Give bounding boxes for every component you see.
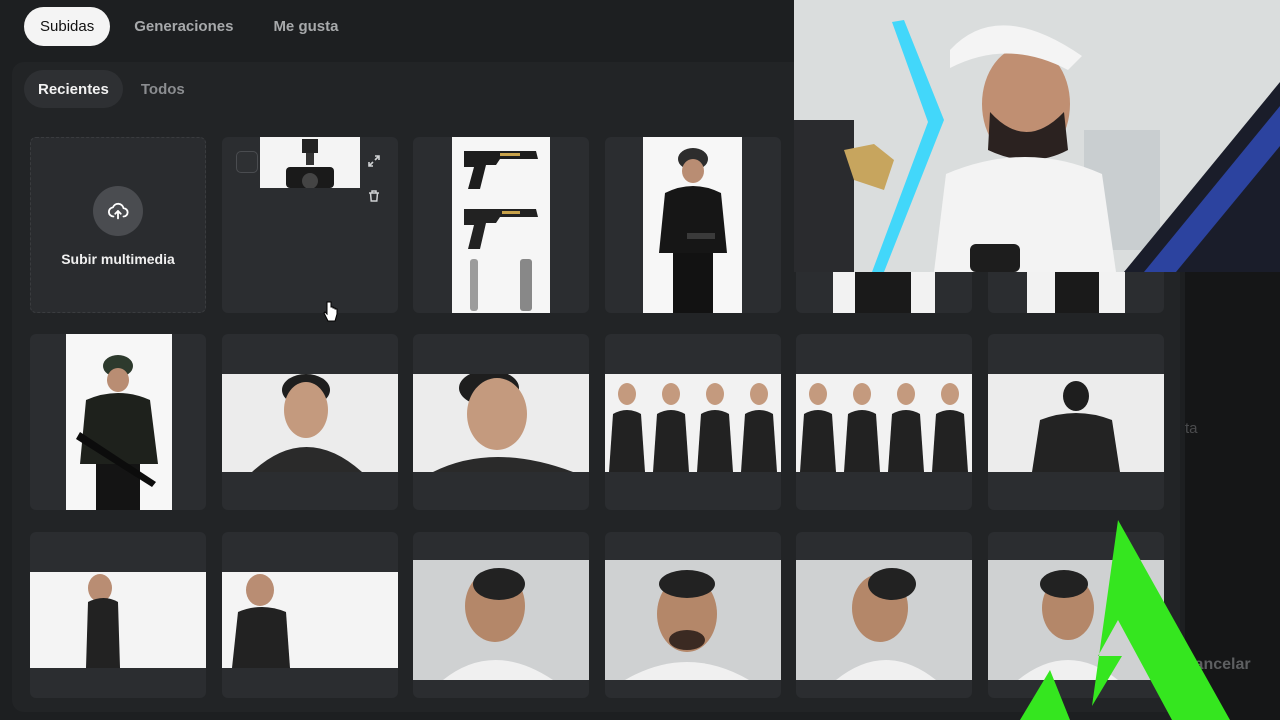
armed-guard-photo xyxy=(643,137,742,313)
filter-tabs: Recientes Todos xyxy=(24,70,199,108)
tab-todos[interactable]: Todos xyxy=(127,70,199,108)
man-profile-left-photo xyxy=(30,572,206,668)
tab-subidas[interactable]: Subidas xyxy=(24,6,111,46)
cloud-upload-icon xyxy=(93,186,143,236)
man-face-down-photo xyxy=(413,374,589,472)
bearded-man-profile-photo xyxy=(413,560,589,680)
media-tile-face-front[interactable] xyxy=(222,334,398,510)
media-tile-back[interactable] xyxy=(988,334,1164,510)
guard-partial-2 xyxy=(1027,271,1125,313)
tab-generaciones[interactable]: Generaciones xyxy=(118,7,249,46)
green-logo-watermark xyxy=(1020,520,1230,720)
media-tile-face-down[interactable] xyxy=(413,334,589,510)
media-tile-bearded-profile-2[interactable] xyxy=(796,532,972,698)
media-tile-camera[interactable] xyxy=(222,137,398,313)
media-tile-turnaround-2[interactable] xyxy=(796,334,972,510)
pistols-photo xyxy=(452,137,550,313)
man-face-front-photo xyxy=(222,374,398,472)
media-tile-pistols[interactable] xyxy=(413,137,589,313)
man-profile-right-photo xyxy=(222,572,398,668)
media-tile-bearded-front[interactable] xyxy=(605,532,781,698)
armed-guard-rifle-photo xyxy=(66,334,172,510)
mouse-cursor-icon xyxy=(323,301,338,322)
select-checkbox[interactable] xyxy=(236,151,258,173)
top-tabs: Subidas Generaciones Me gusta xyxy=(24,6,354,46)
webcam-overlay xyxy=(794,0,1280,272)
bearded-man-front-photo xyxy=(605,560,781,680)
media-tile-profile-right[interactable] xyxy=(222,532,398,698)
guard-partial-1 xyxy=(833,271,935,313)
trash-icon[interactable] xyxy=(364,186,384,206)
man-turnaround-4-photo xyxy=(605,374,781,472)
tab-recientes[interactable]: Recientes xyxy=(24,70,123,108)
media-tile-bearded-profile[interactable] xyxy=(413,532,589,698)
app-window: Subidas Generaciones Me gusta Recientes … xyxy=(0,0,1280,720)
media-tile-turnaround[interactable] xyxy=(605,334,781,510)
upload-media-button[interactable]: Subir multimedia xyxy=(30,137,206,313)
side-panel-text: ta xyxy=(1185,420,1198,437)
media-tile-rifle-guard[interactable] xyxy=(30,334,206,510)
expand-icon[interactable] xyxy=(364,151,384,171)
camera-flash-photo xyxy=(260,137,360,188)
man-back-photo xyxy=(988,374,1164,472)
media-tile-profile-left[interactable] xyxy=(30,532,206,698)
man-turnaround-4b-photo xyxy=(796,374,972,472)
media-tile-guard[interactable] xyxy=(605,137,781,313)
bearded-man-profile-2-photo xyxy=(796,560,972,680)
upload-label: Subir multimedia xyxy=(61,251,175,267)
tab-me-gusta[interactable]: Me gusta xyxy=(257,7,354,46)
